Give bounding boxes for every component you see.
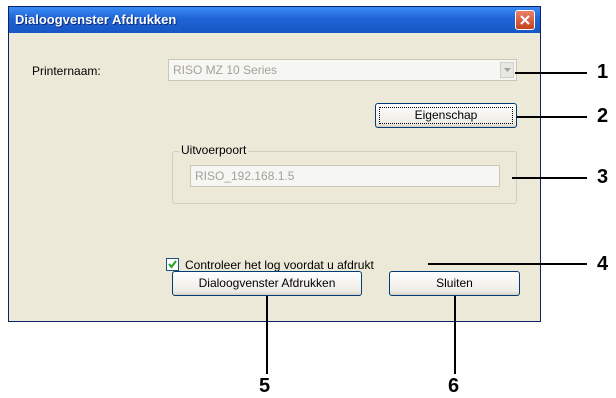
callout-line-5 <box>266 296 268 374</box>
close-window-button[interactable] <box>515 10 535 30</box>
callout-number-1: 1 <box>597 61 609 83</box>
print-dialog-button[interactable]: Dialoogvenster Afdrukken <box>172 271 362 296</box>
dialog-title: Dialoogvenster Afdrukken <box>15 12 177 27</box>
dropdown-button[interactable] <box>500 62 514 78</box>
title-bar[interactable]: Dialoogvenster Afdrukken <box>9 7 540 33</box>
close-button-label: Sluiten <box>436 276 473 290</box>
output-port-value: RISO_192.168.1.5 <box>195 169 295 183</box>
printer-name-value: RISO MZ 10 Series <box>173 63 278 77</box>
callout-line-2 <box>517 116 587 118</box>
callout-line-6 <box>454 296 456 374</box>
check-log-checkbox[interactable] <box>166 258 179 271</box>
callout-line-3 <box>512 177 587 179</box>
chevron-down-icon <box>504 68 511 72</box>
printer-name-select[interactable]: RISO MZ 10 Series <box>168 59 517 81</box>
callout-line-1 <box>515 72 587 74</box>
callout-number-2: 2 <box>597 105 609 127</box>
output-port-group-label: Uitvoerpoort <box>179 143 249 157</box>
checkmark-icon <box>168 260 177 269</box>
callout-number-3: 3 <box>597 166 609 188</box>
focus-rectangle <box>379 107 513 124</box>
output-port-group: Uitvoerpoort RISO_192.168.1.5 <box>172 143 517 204</box>
output-port-field[interactable]: RISO_192.168.1.5 <box>190 165 500 187</box>
close-button[interactable]: Sluiten <box>389 271 520 296</box>
properties-button[interactable]: Eigenschap <box>375 103 517 128</box>
check-log-label[interactable]: Controleer het log voordat u afdrukt <box>185 258 374 272</box>
callout-number-4: 4 <box>597 253 609 275</box>
print-dialog-button-label: Dialoogvenster Afdrukken <box>198 276 336 290</box>
printer-name-label: Printernaam: <box>32 64 101 78</box>
callout-line-4 <box>428 263 587 265</box>
callout-number-6: 6 <box>448 375 460 397</box>
callout-number-5: 5 <box>259 375 271 397</box>
close-icon <box>520 15 530 25</box>
